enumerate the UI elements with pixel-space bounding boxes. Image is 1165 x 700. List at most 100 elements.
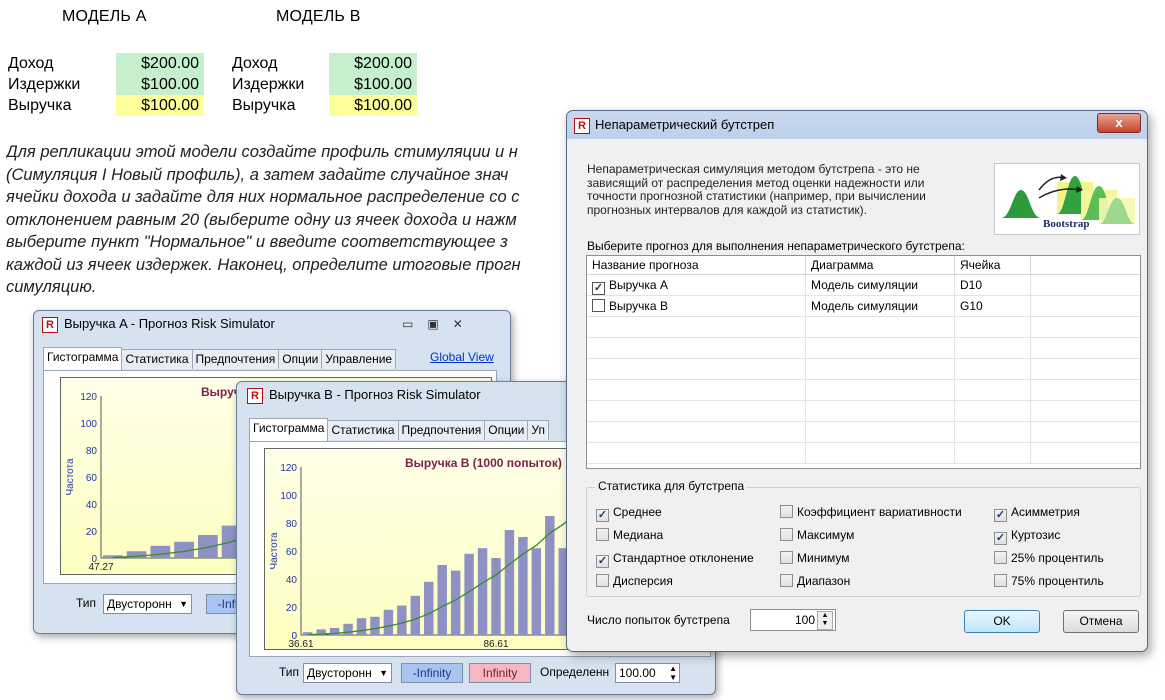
- type-dropdown[interactable]: Двусторонн ▼: [103, 594, 192, 614]
- column-header-cell[interactable]: Ячейка: [955, 256, 1031, 274]
- y-tick-label: 80: [86, 446, 98, 457]
- checkbox[interactable]: [596, 574, 609, 587]
- stat-cv[interactable]: Коэффициент вариативности: [780, 505, 962, 519]
- global-view-link[interactable]: Global View: [430, 350, 494, 364]
- sheet-label: Доход: [232, 55, 278, 72]
- tab-preferences[interactable]: Предпочтения: [397, 420, 486, 440]
- dialog-titlebar[interactable]: R Непараметрический бутстреп x: [567, 111, 1147, 139]
- stat-skewness[interactable]: ✓ Асимметрия: [994, 505, 1080, 522]
- y-tick-label: 60: [286, 547, 298, 558]
- instruction-line: Для репликации этой модели создайте проф…: [6, 143, 518, 161]
- tab-options[interactable]: Опции: [484, 420, 529, 440]
- maximize-icon[interactable]: ▣: [427, 317, 452, 331]
- close-icon: x: [1115, 115, 1123, 130]
- forecast-b-title: Выручка B - Прогноз Risk Simulator: [269, 387, 481, 402]
- model-a-values: $200.00 $100.00 $100.00: [116, 53, 204, 116]
- instructions-text: Для репликации этой модели создайте проф…: [6, 141, 566, 299]
- tab-options[interactable]: Опции: [278, 349, 323, 369]
- checkbox[interactable]: [780, 528, 793, 541]
- table-row[interactable]: ✓ Выручка A Модель симуляции D10: [587, 275, 1140, 296]
- tab-statistics[interactable]: Статистика: [327, 420, 399, 440]
- revenue-cell-b[interactable]: $200.00: [329, 53, 417, 74]
- table-row-empty: [587, 422, 1140, 443]
- minimize-icon[interactable]: ▭: [402, 317, 427, 331]
- profit-cell-a[interactable]: $100.00: [116, 95, 204, 116]
- forecast-a-titlebar[interactable]: R Выручка A - Прогноз Risk Simulator ▭▣✕: [34, 311, 510, 337]
- spinner-icon[interactable]: ▲ ▼: [669, 664, 677, 682]
- stat-label: Максимум: [797, 528, 855, 542]
- select-forecast-label: Выберите прогноз для выполнения непараме…: [587, 239, 965, 253]
- forecast-name-cell: Выручка B: [587, 296, 806, 316]
- spinner-icon[interactable]: ▲ ▼: [817, 611, 833, 630]
- stat-stdev[interactable]: ✓ Стандартное отклонение: [596, 551, 754, 568]
- ok-button[interactable]: OK: [964, 610, 1040, 633]
- y-tick-label: 120: [80, 392, 97, 403]
- y-tick-label: 120: [280, 463, 297, 474]
- revenue-cell-a[interactable]: $200.00: [116, 53, 204, 74]
- y-tick-label: 80: [286, 519, 298, 530]
- stat-min[interactable]: Минимум: [780, 551, 850, 565]
- tab-control[interactable]: Управление: [321, 349, 397, 369]
- stat-p25[interactable]: 25% процентиль: [994, 551, 1104, 565]
- tab-histogram[interactable]: Гистограмма: [249, 418, 329, 441]
- checkbox[interactable]: ✓: [596, 509, 609, 522]
- checkbox[interactable]: [780, 551, 793, 564]
- checkbox[interactable]: [780, 505, 793, 518]
- close-icon[interactable]: ✕: [453, 317, 477, 331]
- table-row-empty: [587, 317, 1140, 338]
- close-button[interactable]: x: [1097, 113, 1141, 133]
- histogram-bar: [150, 545, 171, 558]
- stat-label: 25% процентиль: [1011, 551, 1104, 565]
- chart-title: Выручка B (1000 попыток): [405, 456, 562, 470]
- histogram-bar: [397, 605, 407, 635]
- tab-preferences[interactable]: Предпочтения: [191, 349, 280, 369]
- column-header-chart[interactable]: Диаграмма: [806, 256, 955, 274]
- checkbox[interactable]: ✓: [994, 509, 1007, 522]
- stat-kurtosis[interactable]: ✓ Куртозис: [994, 528, 1060, 545]
- stat-variance[interactable]: Дисперсия: [596, 574, 673, 588]
- checkbox[interactable]: ✓: [596, 555, 609, 568]
- left-value-input[interactable]: -Infinity: [401, 663, 463, 683]
- tab-control[interactable]: Уп: [527, 420, 549, 440]
- right-value-input[interactable]: Infinity: [469, 663, 531, 683]
- cancel-button[interactable]: Отмена: [1063, 610, 1139, 633]
- checkbox[interactable]: [596, 528, 609, 541]
- stat-max[interactable]: Максимум: [780, 528, 854, 542]
- row-checkbox-a[interactable]: ✓: [592, 282, 605, 295]
- sheet-label: Выручка: [232, 97, 296, 114]
- row-checkbox-b[interactable]: [592, 299, 605, 312]
- trials-input[interactable]: 100 ▲ ▼: [750, 609, 836, 631]
- stat-p75[interactable]: 75% процентиль: [994, 574, 1104, 588]
- instruction-line: каждой из ячеек издержек. Наконец, опред…: [6, 255, 521, 274]
- tab-statistics[interactable]: Статистика: [121, 349, 193, 369]
- histogram-bar: [504, 530, 515, 635]
- checkbox[interactable]: ✓: [994, 532, 1007, 545]
- stat-mean[interactable]: ✓ Среднее: [596, 505, 662, 522]
- type-label: Тип: [279, 665, 300, 679]
- forecast-a-title: Выручка A - Прогноз Risk Simulator: [64, 316, 275, 331]
- histogram-bar: [477, 548, 488, 635]
- profit-cell-b[interactable]: $100.00: [329, 95, 417, 116]
- x-tick-label: 36.61: [288, 639, 313, 649]
- bootstrap-dialog: R Непараметрический бутстреп x Непарамет…: [566, 110, 1148, 652]
- type-dropdown-value: Двусторонн: [307, 666, 372, 680]
- forecast-a-tabs: Гистограмма Статистика Предпочтения Опци…: [43, 347, 397, 370]
- checkbox[interactable]: [994, 551, 1007, 564]
- tab-histogram[interactable]: Гистограмма: [43, 347, 123, 370]
- grid-header: Название прогноза Диаграмма Ячейка: [587, 256, 1140, 275]
- histogram-bar: [198, 535, 218, 558]
- checkbox[interactable]: [780, 574, 793, 587]
- stat-label: Дисперсия: [613, 574, 673, 588]
- cost-cell-a[interactable]: $100.00: [116, 74, 204, 95]
- stat-range[interactable]: Диапазон: [780, 574, 850, 588]
- table-row[interactable]: Выручка B Модель симуляции G10: [587, 296, 1140, 317]
- model-b-labels: Доход Издержки Выручка: [232, 53, 304, 116]
- x-tick-label: 47.27: [88, 562, 113, 573]
- cost-cell-b[interactable]: $100.00: [329, 74, 417, 95]
- type-dropdown[interactable]: Двусторонн ▼: [303, 663, 392, 683]
- checkbox[interactable]: [994, 574, 1007, 587]
- model-b-title: МОДЕЛЬ B: [276, 8, 361, 25]
- certainty-input[interactable]: 100.00 ▲ ▼: [615, 663, 680, 683]
- column-header-name[interactable]: Название прогноза: [587, 256, 806, 274]
- stat-median[interactable]: Медиана: [596, 528, 663, 542]
